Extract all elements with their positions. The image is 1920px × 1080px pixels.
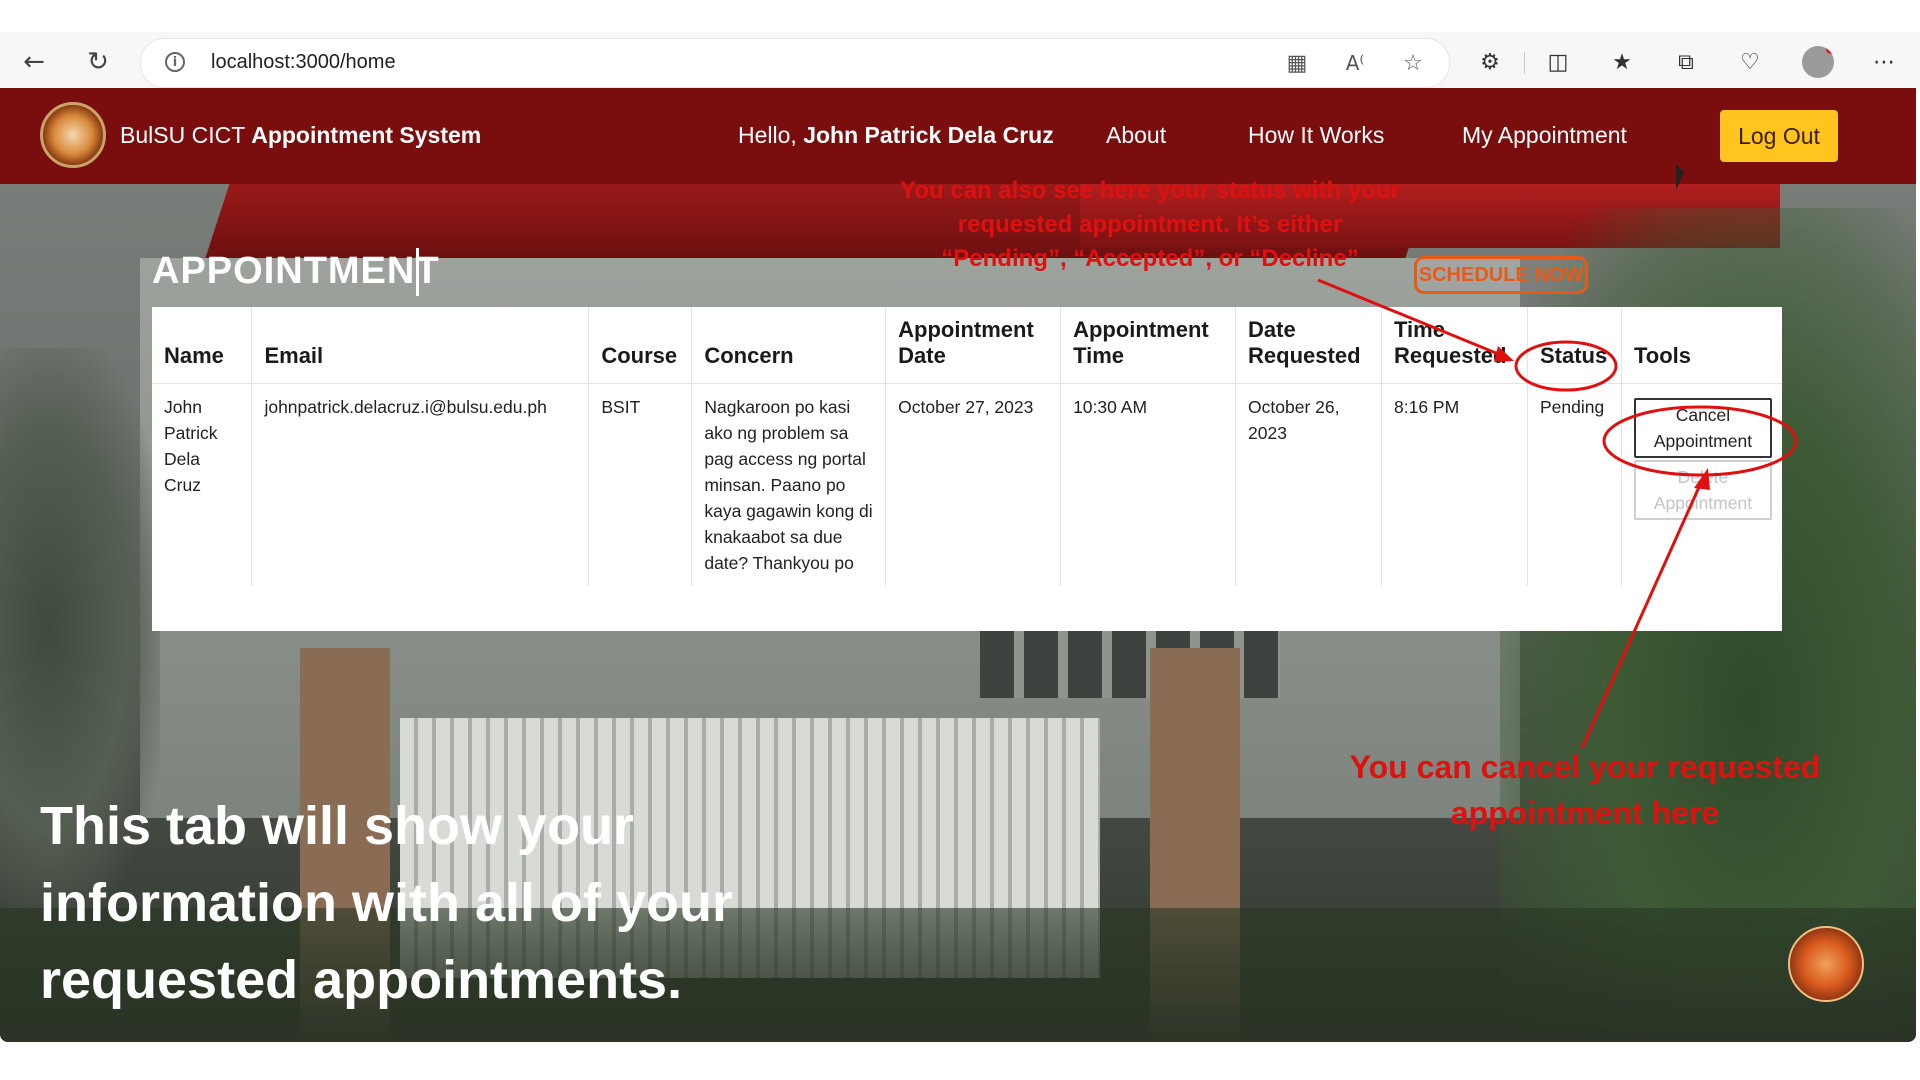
url-text[interactable]: localhost:3000/home [211, 51, 396, 74]
status-annotation: You can also see here your status with y… [900, 177, 1400, 272]
column-header-status: Status [1527, 307, 1622, 384]
cell-name: John Patrick Dela Cruz [152, 383, 253, 586]
nav-my-appointment[interactable]: My Appointment [1462, 122, 1627, 149]
collections-icon[interactable]: ⧉ [1670, 46, 1702, 78]
cancel-appointment-button[interactable]: Cancel Appointment [1633, 398, 1772, 458]
site-header: BulSU CICT Appointment System Hello, Joh… [0, 88, 1916, 190]
cell-email: johnpatrick.delacruz.i@bulsu.edu.ph [251, 383, 590, 586]
brand-name[interactable]: BulSU CICT Appointment System [120, 122, 481, 149]
profile-avatar[interactable] [1802, 46, 1834, 78]
back-arrow-icon[interactable]: ← [16, 44, 52, 80]
column-header-date-requested: Date Requested [1235, 307, 1382, 384]
cell-course: BSIT [588, 383, 693, 586]
cell-date-requested: October 26, 2023 [1235, 383, 1382, 586]
schedule-now-button[interactable]: SCHEDULE NOW [1414, 256, 1588, 294]
more-icon[interactable]: ⋯ [1868, 46, 1900, 78]
mouse-cursor [1676, 164, 1684, 190]
cancel-annotation: You can cancel your requested appointmen… [1349, 749, 1821, 831]
nav-about[interactable]: About [1106, 122, 1166, 149]
appointments-table: Name Email Course Concern Appointment Da… [152, 307, 1782, 631]
brand-prefix: BulSU CICT [120, 122, 252, 148]
chatbot-badge[interactable] [1788, 926, 1864, 1002]
cell-time-requested: 8:16 PM [1381, 383, 1528, 586]
cict-logo[interactable] [40, 102, 106, 168]
user-greeting: Hello, John Patrick Dela Cruz [738, 122, 1054, 149]
info-icon[interactable]: i [165, 52, 185, 72]
toolbar-separator [1524, 52, 1525, 74]
favorites-icon[interactable]: ★ [1606, 46, 1638, 78]
split-screen-icon[interactable]: ◫ [1542, 46, 1574, 78]
column-header-tools: Tools [1621, 307, 1782, 384]
delete-appointment-button[interactable]: Delete Appointment [1633, 460, 1772, 520]
column-header-appointment-time: Appointment Time [1060, 307, 1237, 384]
puzzle-icon[interactable]: ⚙ [1474, 46, 1506, 78]
column-header-email: Email [251, 307, 590, 384]
heart-icon[interactable]: ♡ [1734, 46, 1766, 78]
cell-concern: Nagkaroon po kasi ako ng problem sa pag … [691, 383, 887, 586]
column-header-concern: Concern [691, 307, 887, 384]
cell-appointment-time: 10:30 AM [1060, 383, 1237, 586]
star-icon[interactable]: ☆ [1399, 49, 1427, 77]
cell-status: Pending [1527, 383, 1622, 586]
apps-icon[interactable]: ▦ [1283, 49, 1311, 77]
column-header-appointment-date: Appointment Date [885, 307, 1062, 384]
logout-button[interactable]: Log Out [1720, 110, 1838, 162]
column-header-course: Course [588, 307, 693, 384]
greeting-user-name: John Patrick Dela Cruz [803, 122, 1054, 148]
cell-appointment-date: October 27, 2023 [885, 383, 1062, 586]
read-aloud-icon[interactable]: A⁽ [1341, 49, 1369, 77]
cell-tools: Cancel Appointment Delete Appointment [1621, 384, 1782, 587]
brand-bold: Appointment System [251, 122, 482, 148]
greeting-prefix: Hello, [738, 122, 804, 148]
table-row: John Patrick Dela Cruz johnpatrick.delac… [152, 383, 1782, 587]
reload-icon[interactable]: ↻ [80, 44, 116, 80]
text-caret [416, 248, 419, 296]
column-header-time-requested: Time Requested [1381, 307, 1528, 384]
tutorial-caption: This tab will show your information with… [40, 796, 733, 1010]
column-header-name: Name [152, 307, 253, 384]
page-title: APPOINTMENT [152, 250, 440, 292]
browser-toolbar: ← ↻ i localhost:3000/home ▦ A⁽ ☆ ⚙ ◫ ★ ⧉… [0, 32, 1920, 92]
address-bar[interactable]: i localhost:3000/home ▦ A⁽ ☆ [140, 38, 1450, 88]
nav-how-it-works[interactable]: How It Works [1248, 122, 1384, 149]
page-viewport: BulSU CICT Appointment System Hello, Joh… [0, 88, 1916, 1042]
table-header-row: Name Email Course Concern Appointment Da… [152, 307, 1782, 384]
